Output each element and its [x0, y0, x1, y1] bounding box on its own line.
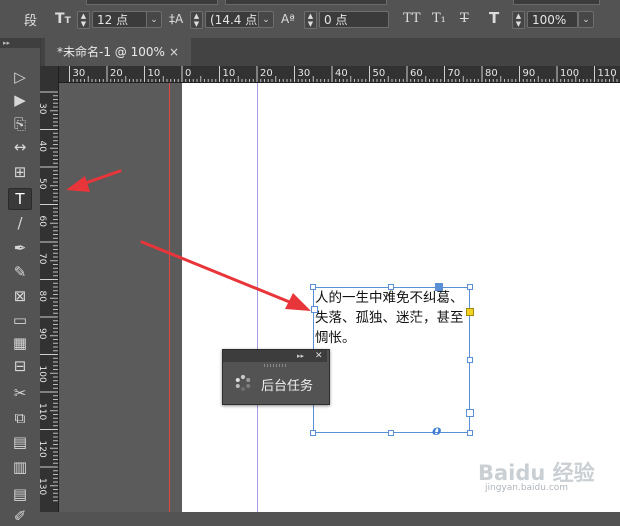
panel-grip[interactable] — [264, 364, 286, 367]
ruler-label: 120 — [40, 441, 47, 458]
in-port-handle[interactable] — [435, 283, 443, 291]
direct-selection-tool-icon[interactable]: ▶ — [9, 90, 31, 110]
leading-dropdown[interactable]: ⌄ — [258, 11, 274, 28]
text-frame-content[interactable]: 人的一生中难免不纠葛、失落、孤独、迷茫，甚至惆怅。 — [315, 288, 473, 348]
strikethrough-button[interactable]: T — [460, 12, 469, 26]
out-port-handle[interactable] — [466, 409, 474, 417]
font-size-icon: TT — [55, 11, 71, 27]
font-size-dropdown[interactable]: ⌄ — [146, 11, 162, 28]
panel-header[interactable]: ▸▸ ✕ — [223, 350, 327, 362]
overset-indicator: o — [432, 423, 442, 439]
ruler-label: 60 — [40, 216, 47, 228]
frame-handle-top-center[interactable] — [388, 284, 394, 290]
all-caps-button[interactable]: TT — [403, 12, 421, 26]
close-icon[interactable]: ✕ — [315, 350, 323, 362]
subscript-button[interactable]: T₁ — [432, 12, 446, 26]
ruler-label: 110 — [40, 403, 47, 420]
ruler-label: 40 — [335, 68, 348, 79]
scale-input[interactable]: 100% — [527, 11, 578, 28]
ruler-label: 90 — [40, 328, 47, 340]
ruler-label: 80 — [485, 68, 498, 79]
grid-tool-icon[interactable]: ⊟ — [9, 356, 31, 376]
selection-tool-icon[interactable]: ▷ — [9, 67, 31, 87]
type-tool-icon[interactable]: T — [8, 188, 32, 210]
scissors-tool-icon[interactable]: ✂ — [9, 383, 31, 403]
vertical-ruler[interactable]: 30 40 50 60 70 80 90 100 110 120 130 — [40, 66, 59, 512]
ruler-label: 100 — [40, 366, 47, 383]
leading-icon: ‡A — [169, 12, 184, 26]
ruler-label: 30 — [73, 68, 86, 79]
vertical-ruler-ticks: 30 40 50 60 70 80 90 100 110 120 130 — [40, 91, 58, 502]
scale-stepper[interactable]: ▲ ▼ — [512, 11, 525, 29]
rectangle-tool-icon[interactable]: ▭ — [9, 310, 31, 330]
ruler-label: 90 — [523, 68, 536, 79]
line-tool-icon[interactable]: / — [9, 213, 31, 233]
table-tool-icon[interactable]: ▦ — [9, 333, 31, 353]
tools-panel-collapse-icon[interactable]: ▸▸ — [0, 38, 40, 48]
ruler-label: 10 — [223, 68, 236, 79]
ruler-label: 10 — [148, 68, 161, 79]
panel-collapse-icon[interactable]: ▸▸ — [297, 350, 304, 362]
background-tasks-panel[interactable]: ▸▸ ✕ 后台任务 — [222, 349, 330, 405]
ruler-label: 50 — [373, 68, 386, 79]
frame-handle-bottom-right[interactable] — [467, 430, 473, 436]
ruler-label: 70 — [40, 253, 47, 265]
vertical-scale-icon: T — [489, 9, 500, 27]
document-tab[interactable]: *未命名-1 @ 100% × — [45, 38, 191, 66]
ruler-label: 100 — [560, 68, 579, 79]
document-tab-title: *未命名-1 @ 100% — [57, 45, 165, 59]
ruler-label: 30 — [40, 103, 47, 115]
pen-tool-icon[interactable]: ✒ — [9, 238, 31, 258]
ruler-label: 50 — [40, 178, 47, 190]
content-collector-icon[interactable]: ⊞ — [9, 162, 31, 182]
ruler-label: 0 — [185, 68, 191, 79]
free-transform-tool-icon[interactable]: ⧉ — [9, 408, 31, 428]
bleed-guide — [169, 83, 170, 512]
corner-options-handle[interactable] — [466, 308, 474, 316]
tracking-stepper[interactable]: ▲ ▼ — [304, 11, 317, 29]
eyedropper-tool-icon[interactable]: ✐ — [9, 506, 31, 526]
leading-input[interactable]: (14.4 点 — [205, 11, 259, 28]
gradient-swatch-tool-icon[interactable]: ▤ — [9, 432, 31, 452]
tracking-icon: Aª — [281, 12, 295, 26]
ruler-label: 80 — [40, 291, 47, 303]
ruler-label: 130 — [40, 478, 47, 495]
frame-out-port[interactable] — [311, 306, 318, 313]
font-size-stepper[interactable]: ▲ ▼ — [77, 11, 90, 29]
close-icon[interactable]: × — [169, 38, 179, 66]
ruler-label: 40 — [40, 141, 47, 153]
gap-tool-icon[interactable]: ↔ — [9, 137, 31, 157]
leading-stepper[interactable]: ▲ ▼ — [190, 11, 203, 29]
scale-dropdown[interactable]: ⌄ — [578, 11, 594, 28]
spinner-icon — [235, 374, 251, 391]
frame-handle-top-left[interactable] — [310, 284, 316, 290]
font-size-input[interactable]: 12 点 — [92, 11, 147, 28]
tracking-input[interactable]: 0 点 — [319, 11, 389, 28]
ruler-label: 70 — [448, 68, 461, 79]
frame-handle-middle-right[interactable] — [467, 357, 473, 363]
page-tool-icon[interactable]: ⎘ — [9, 114, 31, 134]
ruler-label: 20 — [260, 68, 273, 79]
horizontal-ruler-ticks: 30 20 10 0 10 20 30 40 50 60 70 80 90 100 110 — [69, 66, 618, 82]
horizontal-scale-field[interactable] — [513, 0, 600, 5]
note-tool-icon[interactable]: ▤ — [9, 484, 31, 504]
frame-handle-top-right[interactable] — [467, 284, 473, 290]
margin-guide — [257, 83, 258, 512]
gradient-feather-tool-icon[interactable]: ▥ — [9, 457, 31, 477]
paragraph-controls-toggle[interactable]: 段 — [24, 10, 37, 29]
ruler-label: 30 — [298, 68, 311, 79]
font-style-field[interactable] — [225, 0, 387, 5]
font-family-field[interactable] — [86, 0, 218, 5]
ruler-label: 110 — [598, 68, 617, 79]
background-tasks-title: 后台任务 — [261, 379, 314, 394]
rectangle-frame-tool-icon[interactable]: ⊠ — [9, 286, 31, 306]
frame-handle-bottom-left[interactable] — [310, 430, 316, 436]
horizontal-ruler[interactable]: 30 20 10 0 10 20 30 40 50 60 70 80 90 100 110 — [58, 66, 620, 83]
ruler-label: 60 — [410, 68, 423, 79]
pencil-tool-icon[interactable]: ✎ — [9, 262, 31, 282]
ruler-label: 20 — [110, 68, 123, 79]
frame-handle-bottom-center[interactable] — [388, 430, 394, 436]
baidu-watermark-url: jingyan.baidu.com — [485, 483, 569, 493]
